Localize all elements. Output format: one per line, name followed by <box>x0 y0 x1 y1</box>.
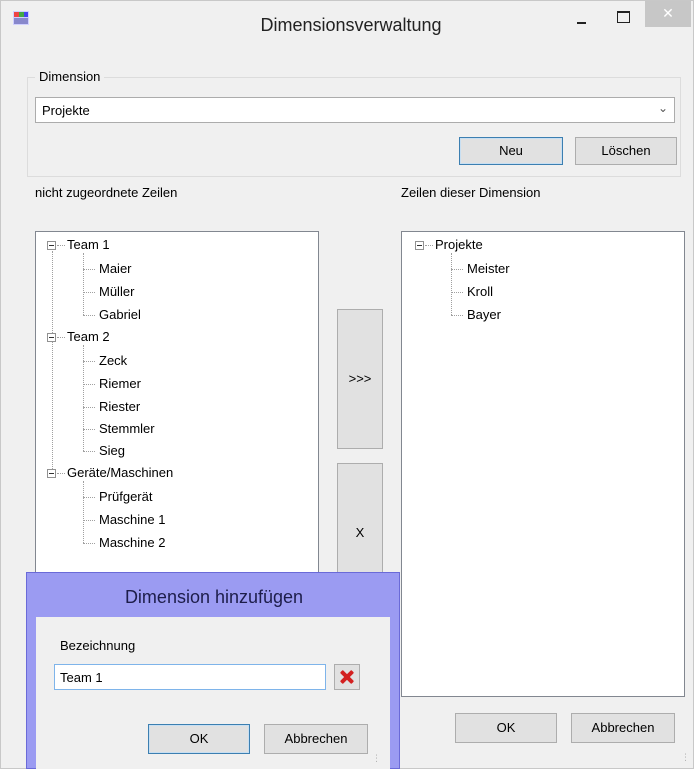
chevron-down-icon: ⌄ <box>657 101 668 115</box>
unassigned-rows-label: nicht zugeordnete Zeilen <box>35 185 178 200</box>
clear-icon[interactable] <box>334 664 360 690</box>
designation-label: Bezeichnung <box>60 638 136 653</box>
tree-leaf[interactable]: Maier <box>99 261 132 276</box>
tree-node-team-2[interactable]: Team 2 <box>67 329 110 344</box>
dialog-cancel-button[interactable]: Abbrechen <box>264 724 368 754</box>
tree-leaf[interactable]: Zeck <box>99 353 127 368</box>
minimize-button[interactable] <box>565 7 599 31</box>
tree-node-geraete-maschinen[interactable]: Geräte/Maschinen <box>67 465 173 480</box>
ok-button[interactable]: OK <box>455 713 557 743</box>
tree-leaf[interactable]: Kroll <box>467 284 493 299</box>
tree-leaf[interactable]: Maschine 1 <box>99 512 165 527</box>
unassigned-rows-tree[interactable] <box>35 231 319 581</box>
dimension-select[interactable]: Projekte ⌄ <box>35 97 675 123</box>
collapse-icon[interactable] <box>47 469 56 478</box>
resize-grip[interactable]: ⋮ <box>681 753 691 765</box>
close-button[interactable]: ✕ <box>645 1 691 27</box>
new-button[interactable]: Neu <box>459 137 563 165</box>
dialog-title: Dimension hinzufügen <box>124 587 304 607</box>
tree-leaf[interactable]: Stemmler <box>99 421 155 436</box>
dialog-resize-grip[interactable]: ⋮ <box>372 754 382 766</box>
tree-leaf[interactable]: Maschine 2 <box>99 535 165 550</box>
tree-leaf[interactable]: Riester <box>99 399 140 414</box>
tree-leaf[interactable]: Gabriel <box>99 307 141 322</box>
tree-leaf[interactable]: Müller <box>99 284 134 299</box>
collapse-icon[interactable] <box>47 333 56 342</box>
tree-leaf[interactable]: Prüfgerät <box>99 489 152 504</box>
dialog-ok-button[interactable]: OK <box>148 724 250 754</box>
tree-leaf[interactable]: Sieg <box>99 443 125 458</box>
tree-leaf[interactable]: Meister <box>467 261 510 276</box>
dimension-group-label: Dimension <box>35 69 105 84</box>
move-right-button[interactable]: >>> <box>337 309 383 449</box>
dimension-select-value: Projekte <box>42 103 90 118</box>
tree-node-projekte[interactable]: Projekte <box>435 237 483 252</box>
maximize-button[interactable] <box>605 7 639 31</box>
delete-button[interactable]: Löschen <box>575 137 677 165</box>
tree-node-team-1[interactable]: Team 1 <box>67 237 110 252</box>
collapse-icon[interactable] <box>415 241 424 250</box>
dimension-rows-label: Zeilen dieser Dimension <box>401 185 541 200</box>
cancel-button[interactable]: Abbrechen <box>571 713 675 743</box>
designation-input[interactable] <box>54 664 326 690</box>
collapse-icon[interactable] <box>47 241 56 250</box>
tree-leaf[interactable]: Riemer <box>99 376 141 391</box>
tree-leaf[interactable]: Bayer <box>467 307 501 322</box>
dimension-rows-tree[interactable] <box>401 231 685 697</box>
title-bar: Dimensionsverwaltung ✕ <box>1 1 693 41</box>
